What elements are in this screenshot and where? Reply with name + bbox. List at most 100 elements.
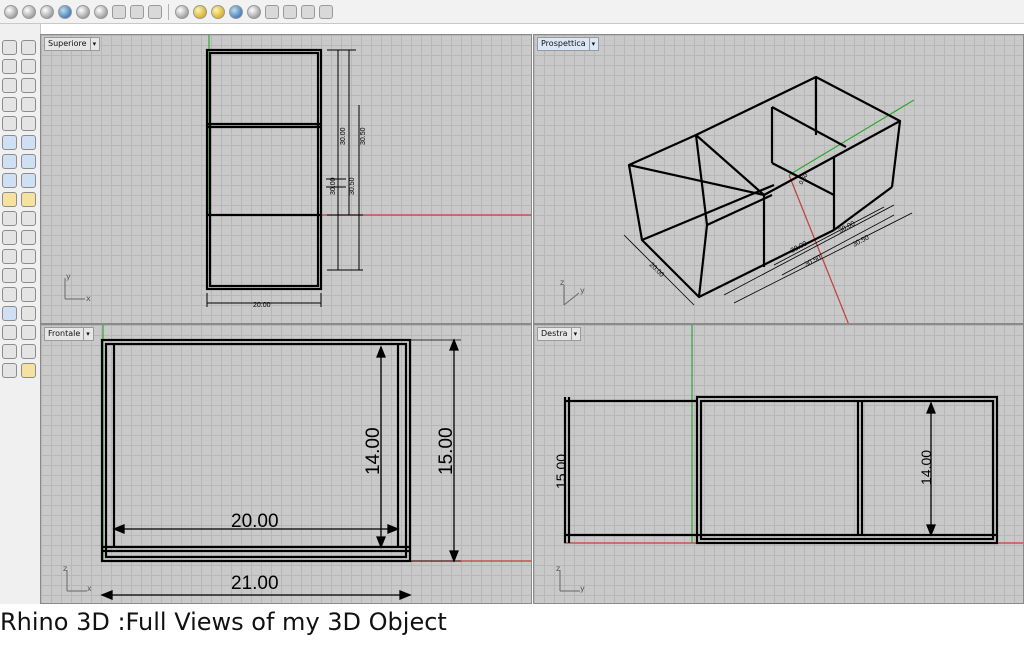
right-dim-1: 15.00 xyxy=(553,454,569,489)
mirror-icon[interactable] xyxy=(21,287,36,302)
artistic-icon[interactable] xyxy=(130,4,144,19)
render-preview-icon[interactable] xyxy=(175,4,189,19)
arc-icon[interactable] xyxy=(2,116,17,131)
sphere-solid-icon[interactable] xyxy=(21,154,36,169)
trim-icon[interactable] xyxy=(2,211,17,226)
viewport-right-title: Destra xyxy=(541,329,568,338)
plane-icon[interactable] xyxy=(21,173,36,188)
chevron-down-icon[interactable]: ▾ xyxy=(570,328,577,340)
fillet-icon[interactable] xyxy=(21,116,36,131)
options-icon[interactable] xyxy=(319,4,333,19)
persp-axis-z: z xyxy=(560,278,564,287)
right-axis-z: z xyxy=(556,564,560,573)
cylinder-icon[interactable] xyxy=(2,173,17,188)
persp-dim-1: 20.00 xyxy=(648,261,665,278)
viewport-perspective-title: Prospettica xyxy=(541,39,586,48)
top-axis-y: y xyxy=(66,272,71,281)
top-dim-4: 30.50 xyxy=(349,177,356,195)
viewport-right[interactable]: 15.00 14.00 z y Destra ▾ xyxy=(533,324,1024,604)
perspective-view-drawing: 20.00 30.00 30.50 30.00 30.50 0.50 z y xyxy=(560,75,915,323)
polyline-icon[interactable] xyxy=(2,59,17,74)
chevron-down-icon[interactable]: ▾ xyxy=(83,328,90,340)
paint-icon[interactable] xyxy=(21,363,36,378)
viewport-right-label[interactable]: Destra ▾ xyxy=(537,327,582,341)
front-axis-x: x xyxy=(87,584,92,593)
boolean-icon[interactable] xyxy=(2,192,17,207)
technical-icon[interactable] xyxy=(112,4,126,19)
grid-icon[interactable] xyxy=(2,325,17,340)
top-axis-x: x xyxy=(86,294,91,303)
viewport-front-label[interactable]: Frontale ▾ xyxy=(44,327,94,341)
light-icon[interactable] xyxy=(211,4,225,19)
material-icon[interactable] xyxy=(193,4,207,19)
move-icon[interactable] xyxy=(2,249,17,264)
pen-icon[interactable] xyxy=(148,4,162,19)
box-icon[interactable] xyxy=(2,154,17,169)
extrude-surface-icon[interactable] xyxy=(21,135,36,150)
curve-icon[interactable] xyxy=(21,59,36,74)
right-view-drawing: 15.00 14.00 z y xyxy=(553,325,1023,593)
properties-icon[interactable] xyxy=(2,344,17,359)
circle-icon[interactable] xyxy=(2,78,17,93)
rendered-sphere-icon[interactable] xyxy=(40,4,54,19)
viewport-front-title: Frontale xyxy=(48,329,81,338)
front-dim-4: 21.00 xyxy=(231,573,279,594)
viewport-top-label[interactable]: Superiore ▾ xyxy=(44,37,101,51)
viewport-front[interactable]: 20.00 14.00 15.00 21.00 z x Frontale ▾ xyxy=(40,324,532,604)
front-view-drawing: 20.00 14.00 15.00 21.00 z x xyxy=(63,325,531,600)
monitor-icon[interactable] xyxy=(301,4,315,19)
surface-icon[interactable] xyxy=(2,135,17,150)
group-icon[interactable] xyxy=(21,230,36,245)
right-dim-2: 14.00 xyxy=(918,450,934,485)
top-dim-3: 30.00 xyxy=(330,177,337,195)
shaded-sphere-icon[interactable] xyxy=(22,4,36,19)
check-icon[interactable] xyxy=(21,344,36,359)
viewport-top-title: Superiore xyxy=(48,39,87,48)
viewport-perspective-label[interactable]: Prospettica ▾ xyxy=(537,37,600,51)
viewport-top[interactable]: 30.00 30.50 30.00 30.50 20.00 y x Superi… xyxy=(40,34,532,324)
array-icon[interactable] xyxy=(2,287,17,302)
explode-icon[interactable] xyxy=(2,230,17,245)
split-icon[interactable] xyxy=(21,192,36,207)
chevron-down-icon[interactable]: ▾ xyxy=(588,38,595,50)
chevron-down-icon[interactable]: ▾ xyxy=(89,38,96,50)
image-caption: Rhino 3D :Full Views of my 3D Object xyxy=(0,608,447,636)
toolbar-divider xyxy=(168,3,169,20)
top-dim-5: 20.00 xyxy=(253,302,271,309)
analyze-icon[interactable] xyxy=(21,306,36,321)
point-icon[interactable] xyxy=(21,40,36,55)
dimension-icon[interactable] xyxy=(21,268,36,283)
wireframe-sphere-icon[interactable] xyxy=(4,4,18,19)
persp-dim-3: 30.50 xyxy=(804,254,823,268)
render-icon[interactable] xyxy=(58,4,72,19)
mesh-icon[interactable] xyxy=(2,306,17,321)
sun-icon[interactable] xyxy=(283,4,297,19)
right-axis-y: y xyxy=(580,584,585,593)
viewport-perspective[interactable]: 20.00 30.00 30.50 30.00 30.50 0.50 z y P… xyxy=(533,34,1024,324)
persp-dim-4: 30.00 xyxy=(838,220,857,234)
camera-icon[interactable] xyxy=(247,4,261,19)
layer-icon[interactable] xyxy=(21,325,36,340)
left-tool-sidebar xyxy=(0,24,41,604)
xray-icon[interactable] xyxy=(94,4,108,19)
spotlight-icon[interactable] xyxy=(265,4,279,19)
top-dim-1: 30.00 xyxy=(340,127,347,145)
front-dim-2: 14.00 xyxy=(363,427,384,475)
render-tool-icon[interactable] xyxy=(2,363,17,378)
text-icon[interactable] xyxy=(2,268,17,283)
environment-icon[interactable] xyxy=(229,4,243,19)
rotate-icon[interactable] xyxy=(21,249,36,264)
select-arrow-icon[interactable] xyxy=(2,40,17,55)
ghosted-icon[interactable] xyxy=(76,4,90,19)
ellipse-icon[interactable] xyxy=(21,78,36,93)
persp-dim-2: 30.00 xyxy=(790,240,809,254)
polygon-icon[interactable] xyxy=(2,97,17,112)
top-dim-2: 30.50 xyxy=(360,127,367,145)
persp-axis-y: y xyxy=(580,286,585,295)
front-dim-3: 15.00 xyxy=(436,427,457,475)
join-icon[interactable] xyxy=(21,211,36,226)
front-axis-z: z xyxy=(63,564,67,573)
top-view-drawing: 30.00 30.50 30.00 30.50 20.00 y x xyxy=(64,35,531,309)
rectangle-icon[interactable] xyxy=(21,97,36,112)
main-toolbar xyxy=(0,0,1024,24)
